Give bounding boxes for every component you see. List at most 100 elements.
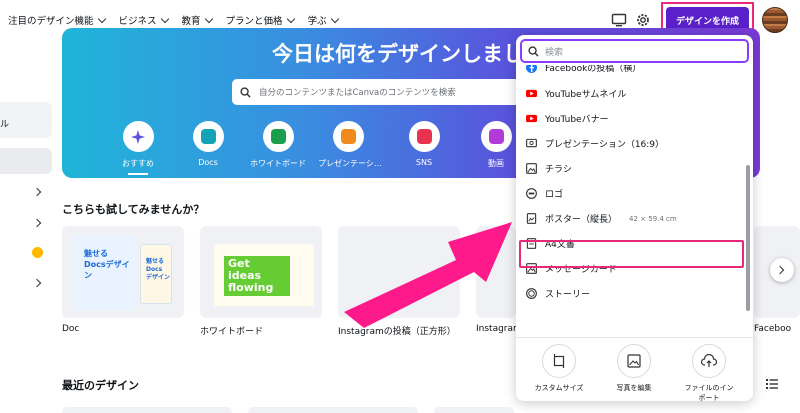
chevron-down-icon [330, 14, 339, 23]
upload-icon [692, 344, 726, 378]
dropdown-item[interactable]: YouTubeバナー [516, 106, 746, 131]
chevron-right-icon [775, 265, 785, 275]
sidebar: ル [0, 40, 52, 413]
category-label: ホワイトボード [250, 159, 306, 168]
nav-featured[interactable]: 注目のデザイン機能 [8, 13, 106, 27]
category-whiteboard[interactable]: ホワイトボード [248, 121, 308, 169]
sidebar-item-selected[interactable] [0, 148, 52, 174]
dropdown-item-label: YouTubeサムネイル [545, 90, 627, 100]
nav-business-label: ビジネス [118, 16, 157, 27]
logo-icon [526, 188, 537, 199]
heart-icon [408, 121, 440, 152]
carousel-next-button[interactable] [770, 258, 794, 282]
dropdown-item-label: ストーリー [545, 290, 591, 300]
whiteboard-icon [262, 121, 294, 152]
nav-learn[interactable]: 学ぶ [307, 13, 339, 27]
dropdown-item[interactable]: Facebookの投稿（横） [516, 65, 746, 80]
chevron-right-icon[interactable] [32, 187, 42, 197]
poster-icon [526, 213, 537, 224]
photo-edit-label: 写真を編集 [616, 384, 652, 392]
dropdown-item-label: YouTubeバナー [545, 115, 609, 125]
custom-size-button[interactable]: カスタムサイズ [528, 344, 590, 393]
poster-item-highlight [519, 240, 744, 268]
nav-learn-label: 学ぶ [307, 16, 327, 27]
avatar[interactable] [762, 7, 788, 33]
template-card-whiteboard[interactable]: Get ideas flowing [200, 226, 322, 318]
recent-design-card[interactable] [62, 407, 232, 413]
category-label: SNS [415, 158, 433, 167]
sidebar-item-label: ル [0, 120, 10, 130]
photo-edit-button[interactable]: 写真を編集 [603, 344, 665, 393]
hero-search-input[interactable]: 自分のコンテンツまたはCanvaのコンテンツを検索 [232, 79, 532, 105]
dropdown-search-input[interactable]: 検索 [520, 39, 749, 63]
chevron-right-icon[interactable] [32, 218, 42, 228]
doc-thumbnail-mobile-text: 魅せる Docs デザイン [146, 258, 171, 281]
hero-title: 今日は何をデザインしまし [272, 42, 524, 66]
nav-business[interactable]: ビジネス [118, 13, 169, 27]
category-sns[interactable]: SNS [394, 121, 454, 167]
recent-design-card[interactable] [434, 407, 514, 413]
pointer-arrow-annotation [344, 222, 512, 328]
dropdown-search-placeholder: 検索 [545, 47, 564, 58]
nav-pricing[interactable]: プランと価格 [225, 13, 295, 27]
hero-search-placeholder: 自分のコンテンツまたはCanvaのコンテンツを検索 [259, 88, 456, 98]
chevron-right-icon[interactable] [32, 278, 42, 288]
presentation-icon [332, 121, 364, 152]
template-card-doc[interactable]: 魅せる Docsデザイン 魅せる Docs デザイン [62, 226, 184, 318]
chevron-down-icon [160, 14, 169, 23]
file-import-label: ファイルのインポート [684, 384, 734, 401]
file-import-button[interactable]: ファイルのインポート [678, 344, 740, 401]
list-view-icon[interactable] [766, 379, 778, 389]
category-presentation[interactable]: プレゼンテーシ… [318, 121, 382, 169]
whiteboard-thumbnail-text: Get ideas flowing [224, 256, 290, 296]
custom-size-label: カスタムサイズ [534, 384, 584, 392]
dropdown-scrollbar[interactable] [746, 165, 750, 311]
docs-icon [192, 121, 224, 152]
nav-education-label: 教育 [181, 16, 201, 27]
create-design-dropdown: 検索 Facebookの投稿（横） YouTubeサムネイル YouTubeバナ… [516, 35, 753, 401]
card-label-doc: Doc [62, 324, 80, 334]
dropdown-item-label: Facebookの投稿（横） [545, 65, 642, 74]
image-icon [526, 163, 537, 174]
youtube-icon [526, 114, 537, 123]
dropdown-item[interactable]: プレゼンテーション（16:9） [516, 131, 746, 156]
category-label: プレゼンテーシ… [318, 159, 382, 168]
category-docs[interactable]: Docs [178, 121, 238, 167]
dropdown-item[interactable]: チラシ [516, 156, 746, 181]
category-label: Docs [198, 158, 218, 167]
dropdown-actions: カスタムサイズ 写真を編集 ファイルのインポート [516, 338, 753, 401]
dropdown-item[interactable]: ストーリー [516, 281, 746, 306]
custom-size-icon [542, 344, 576, 378]
monitor-icon[interactable] [611, 12, 627, 28]
video-icon [480, 121, 512, 152]
dropdown-design-list: Facebookの投稿（横） YouTubeサムネイル YouTubeバナー プ… [516, 65, 746, 337]
photo-edit-icon [617, 344, 651, 378]
recent-section-title: 最近のデザイン [62, 379, 139, 392]
story-icon [526, 288, 537, 299]
dropdown-item-label: チラシ [545, 165, 572, 175]
dropdown-item-label: ロゴ [545, 190, 564, 200]
dropdown-item[interactable]: ロゴ [516, 181, 746, 206]
dropdown-item-dimensions: 42 × 59.4 cm [629, 214, 677, 223]
search-icon [528, 45, 539, 57]
dropdown-item[interactable]: YouTubeサムネイル [516, 81, 746, 106]
dropdown-item-label: ポスター（縦長） [545, 215, 618, 225]
doc-thumbnail-text: 魅せる Docsデザイン [84, 249, 130, 280]
search-icon [240, 86, 251, 98]
nav-education[interactable]: 教育 [181, 13, 213, 27]
canva-home: 注目のデザイン機能 ビジネス 教育 プランと価格 学ぶ デザインを作成 ル 今日… [0, 0, 800, 413]
nav-pricing-label: プランと価格 [225, 16, 283, 27]
sparkle-icon [122, 121, 154, 152]
gear-icon[interactable] [635, 12, 651, 28]
presentation-icon [526, 138, 537, 148]
dropdown-item-label: プレゼンテーション（16:9） [545, 140, 665, 150]
category-label: おすすめ [122, 159, 154, 168]
nav-featured-label: 注目のデザイン機能 [8, 16, 94, 27]
chevron-down-icon [286, 14, 295, 23]
category-recommended[interactable]: おすすめ [108, 121, 168, 175]
card-label-whiteboard: ホワイトボード [200, 327, 264, 337]
crown-icon [32, 247, 43, 258]
dropdown-item[interactable]: ポスター（縦長） 42 × 59.4 cm [516, 206, 746, 231]
recent-design-card[interactable] [248, 407, 418, 413]
category-active-indicator [128, 173, 148, 175]
